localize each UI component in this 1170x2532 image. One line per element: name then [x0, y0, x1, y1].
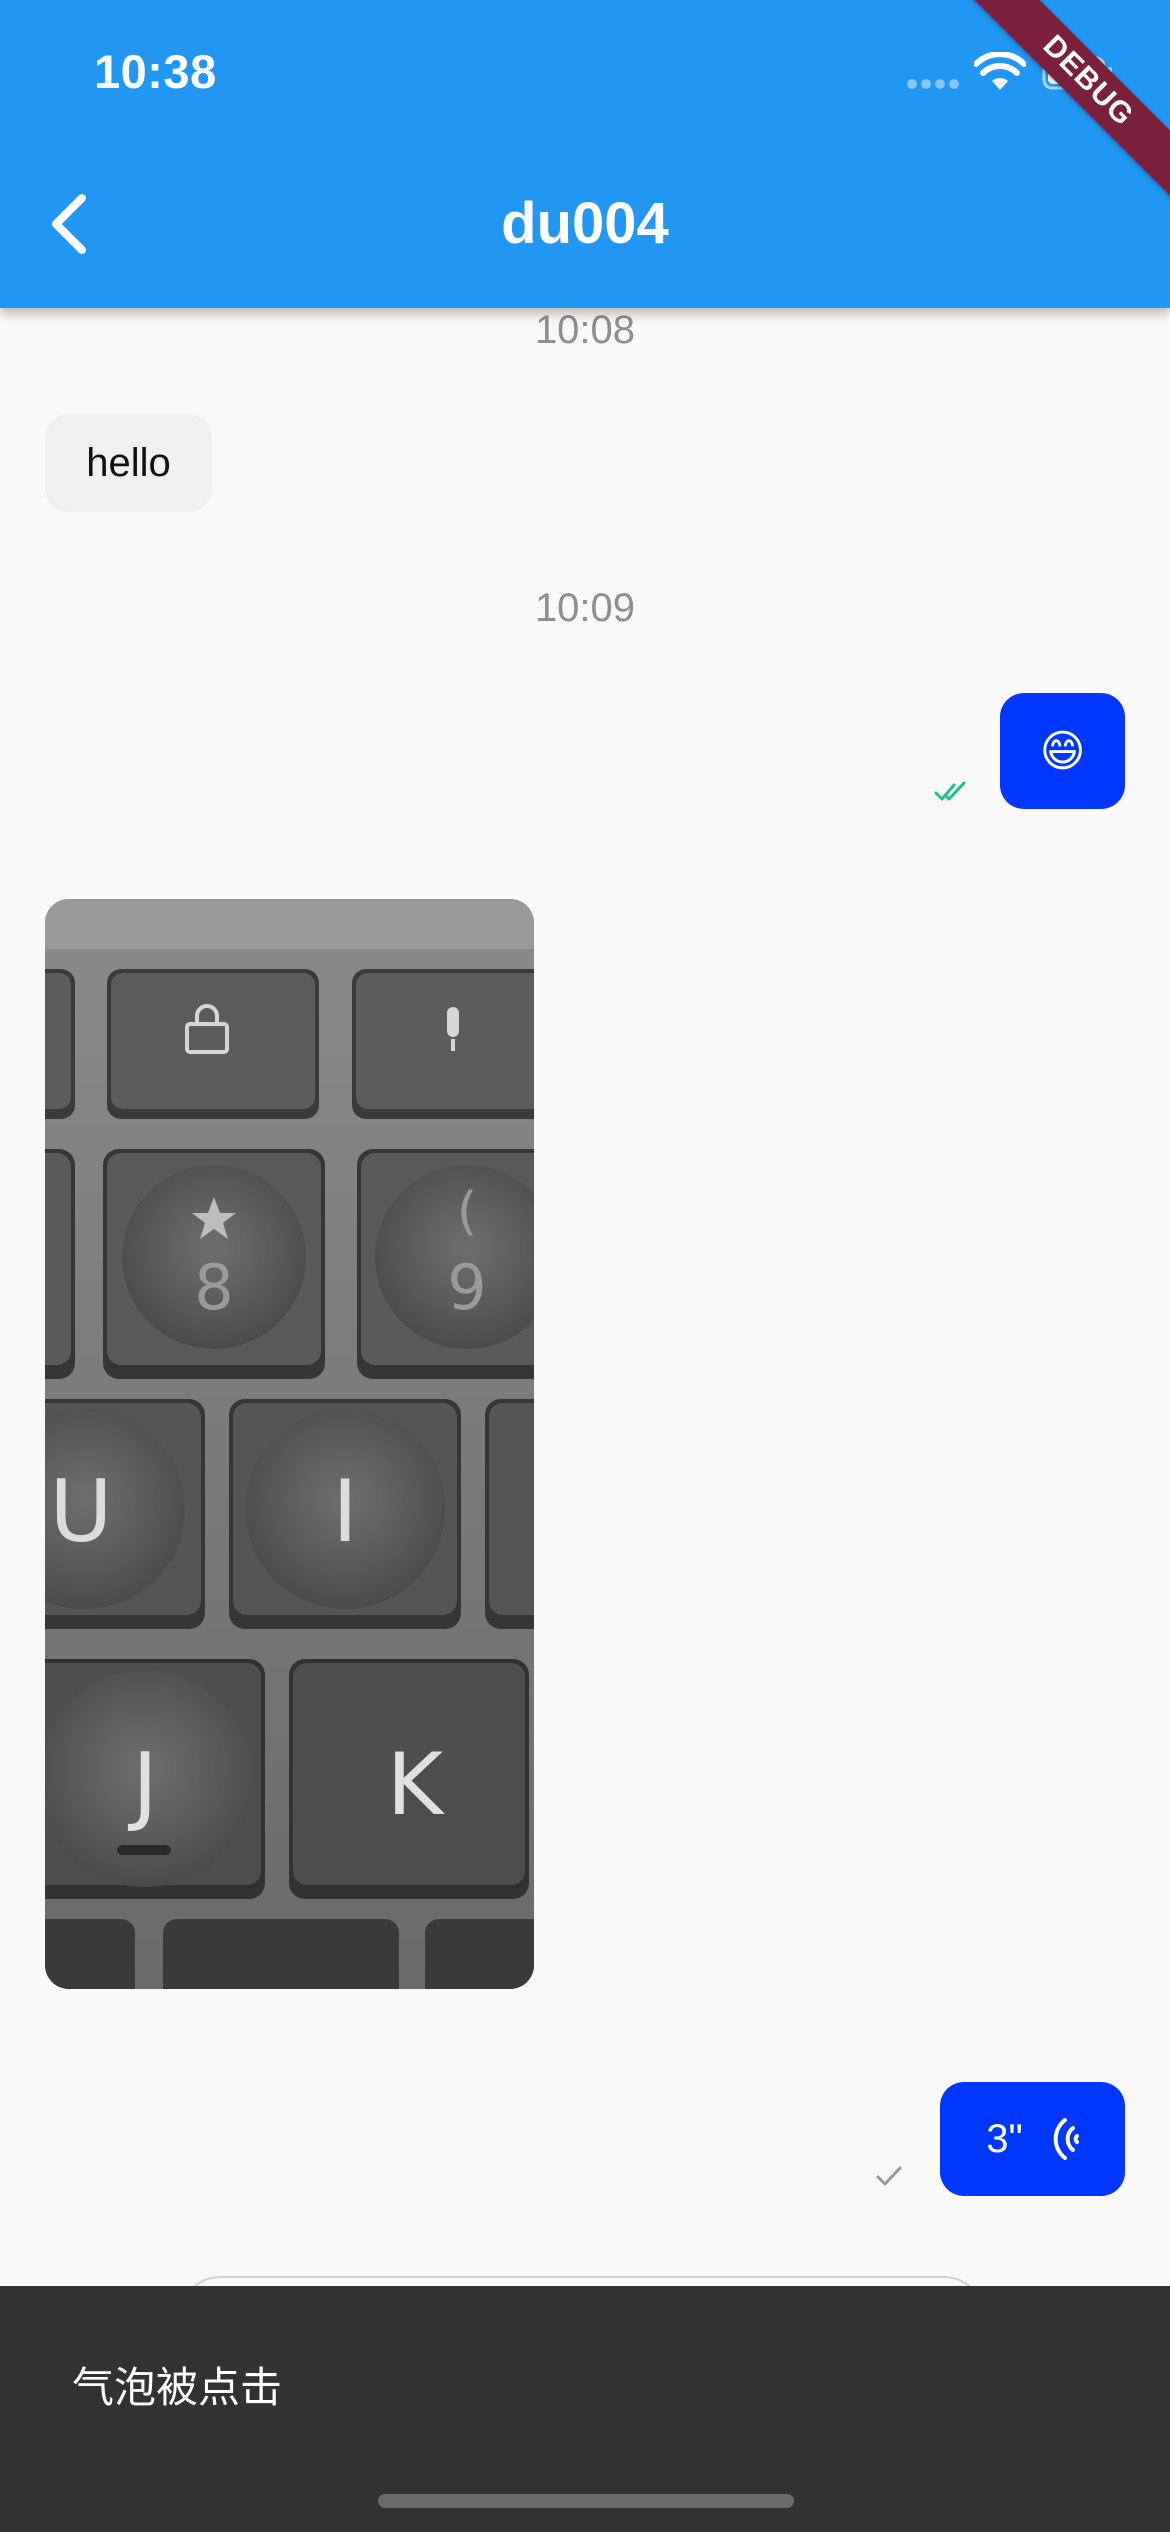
svg-text:I: I [332, 1462, 357, 1562]
check-sent-icon [876, 2166, 902, 2186]
cellular-signal-icon [907, 79, 959, 89]
voice-duration: 3" [986, 2116, 1023, 2161]
svg-text:8: 8 [194, 1251, 233, 1324]
status-time: 10:38 [94, 45, 217, 98]
svg-text:(: ( [457, 1182, 477, 1242]
svg-text:K: K [387, 1735, 446, 1835]
received-image-bubble[interactable]: 8 ( 9 U I J K [45, 899, 534, 1989]
svg-text:U: U [50, 1462, 113, 1562]
page-title: du004 [501, 191, 669, 256]
wifi-icon [974, 52, 1026, 90]
emoji-content: 😄 [1039, 726, 1086, 776]
voice-wave-icon [1053, 2118, 1079, 2160]
message-timestamp: 10:09 [534, 586, 636, 630]
keyboard-photo: 8 ( 9 U I J K [45, 899, 534, 1989]
sent-emoji-bubble[interactable]: 😄 [1000, 693, 1125, 809]
message-text: hello [86, 440, 171, 485]
snackbar-message: 气泡被点击 [72, 2364, 283, 2411]
snackbar: 气泡被点击 [0, 2286, 1170, 2532]
svg-text:J: J [127, 1735, 157, 1835]
sent-voice-bubble[interactable]: 3" [940, 2082, 1125, 2196]
message-input-outline [180, 2276, 984, 2286]
home-indicator[interactable] [378, 2494, 794, 2508]
message-timestamp: 10:08 [534, 308, 636, 352]
app-bar: 10:38 du004 [0, 0, 1170, 308]
double-check-read-icon [934, 781, 966, 801]
chat-message-list[interactable]: 10:08 hello 10:09 😄 8 (9 U I J K 3" [0, 308, 1170, 2286]
received-text-bubble[interactable]: hello [45, 414, 212, 512]
svg-text:9: 9 [447, 1251, 486, 1324]
